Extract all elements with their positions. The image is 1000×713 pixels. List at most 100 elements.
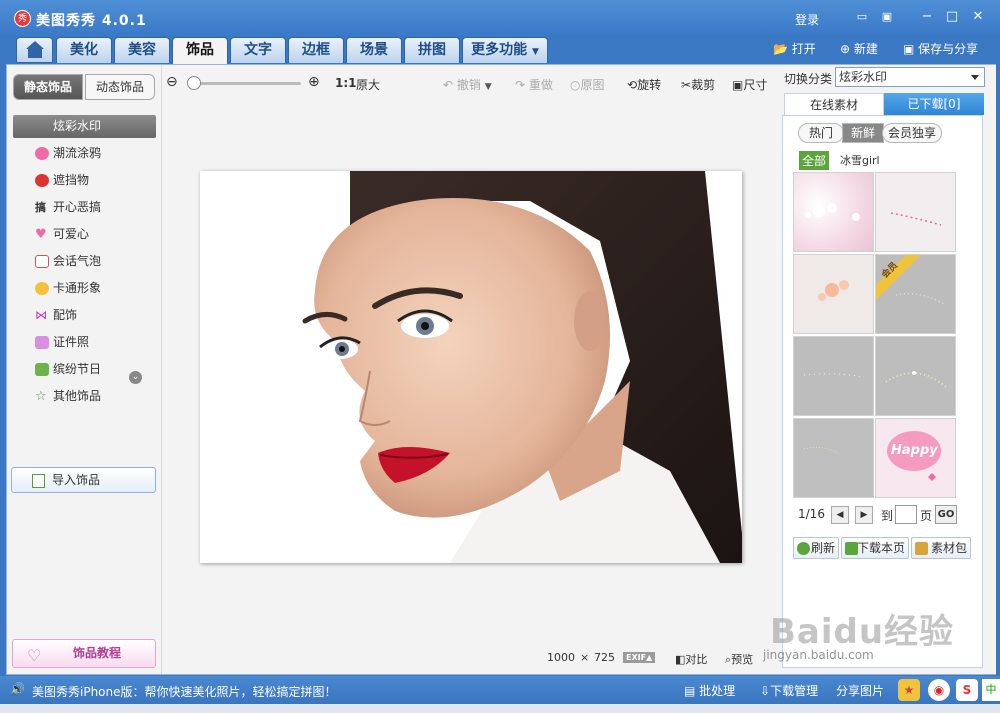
undo-dropdown-icon[interactable]: ▼ — [485, 82, 492, 92]
edited-photo[interactable] — [200, 171, 742, 563]
category-select[interactable]: 炫彩水印 — [835, 67, 985, 87]
original-size-button[interactable]: 原大 — [356, 76, 380, 93]
sparkle-icon — [35, 120, 49, 133]
material-thumb-5[interactable] — [793, 336, 874, 416]
tab-static-decoration[interactable]: 静态饰品 — [13, 74, 83, 100]
material-pack-button[interactable]: 素材包 — [911, 537, 971, 559]
import-decoration-button[interactable]: 导入饰品 — [11, 467, 156, 493]
category-hearts[interactable]: ♥ 可爱心 — [13, 223, 156, 246]
new-button[interactable]: ⊕ 新建 — [840, 40, 878, 57]
filter-hot[interactable]: 热门 — [798, 123, 844, 143]
next-page-icon[interactable]: ▶ — [855, 506, 873, 524]
plus-icon: ⊕ — [840, 42, 851, 56]
open-button[interactable]: 📂 打开 — [773, 40, 816, 57]
star-icon[interactable]: ★ — [898, 679, 920, 701]
category-id-photo[interactable]: 证件照 — [13, 331, 156, 354]
material-thumb-3[interactable] — [793, 254, 874, 334]
category-colorful-watermark[interactable]: 炫彩水印 — [13, 115, 156, 138]
home-tab-icon[interactable] — [16, 37, 53, 63]
download-page-button[interactable]: 下载本页 — [841, 537, 909, 559]
category-cartoon[interactable]: 卡通形象 — [13, 277, 156, 300]
happy-text: Happy — [891, 443, 938, 458]
exif-button[interactable]: EXIF▲ — [623, 652, 656, 663]
tab-dynamic-decoration[interactable]: 动态饰品 — [85, 74, 155, 100]
tab-more-features[interactable]: 更多功能 ▼ — [462, 37, 548, 63]
preview-button[interactable]: ⌕预览 — [725, 651, 753, 667]
mask-icon — [35, 174, 49, 187]
page-indicator: 1/16 — [798, 507, 825, 521]
material-thumb-1[interactable] — [793, 172, 874, 252]
category-funny[interactable]: 搞开心恶搞 — [13, 196, 156, 219]
category-mask[interactable]: 遮挡物 — [13, 169, 156, 192]
taskbar-strip — [0, 704, 1000, 713]
filter-member-only[interactable]: 会员独享 — [882, 123, 942, 143]
material-thumb-2[interactable] — [875, 172, 956, 252]
filter-tag[interactable]: 冰雪girl — [840, 152, 880, 168]
sogou-icon[interactable]: S — [956, 679, 978, 701]
skin-icon[interactable]: ▣ — [877, 8, 897, 26]
tab-beautify[interactable]: 美化 — [56, 37, 112, 63]
refresh-button[interactable]: 刷新 — [793, 537, 839, 559]
tab-scene[interactable]: 场景 — [346, 37, 402, 63]
baidu-watermark-url: jingyan.baidu.com — [763, 648, 874, 662]
redo-button[interactable]: ↷ 重做 — [515, 76, 553, 93]
material-thumb-4[interactable]: 会员 — [875, 254, 956, 334]
tab-decoration[interactable]: 饰品 — [172, 37, 228, 65]
download-manager-button[interactable]: ⇩下载管理 — [760, 682, 818, 699]
filter-new[interactable]: 新鲜 — [842, 123, 884, 143]
category-speech-bubble[interactable]: 会话气泡 — [13, 250, 156, 273]
rotate-button[interactable]: ⟲旋转 — [627, 76, 661, 93]
minimize-button[interactable]: − — [917, 8, 937, 26]
undo-button[interactable]: ↶ 撤销 ▼ — [443, 76, 492, 93]
zoom-out-icon[interactable]: ⊖ — [166, 74, 178, 90]
material-thumb-6[interactable] — [875, 336, 956, 416]
crop-button[interactable]: ✂裁剪 — [681, 76, 715, 93]
new-label: 新建 — [853, 42, 878, 56]
tab-collage[interactable]: 拼图 — [404, 37, 460, 63]
tab-frame[interactable]: 边框 — [288, 37, 344, 63]
tab-downloaded[interactable]: 已下载[0] — [884, 93, 984, 115]
tab-cosmetic[interactable]: 美容 — [114, 37, 170, 63]
prev-page-icon[interactable]: ◀ — [831, 506, 849, 524]
filter-all[interactable]: 全部 — [799, 151, 830, 170]
save-share-button[interactable]: ▣ 保存与分享 — [903, 40, 978, 57]
share-image-button[interactable]: 分享图片 — [836, 682, 884, 699]
original-image-button[interactable]: ○原图 — [570, 76, 605, 93]
category-accessories[interactable]: ⋈ 配饰 — [13, 304, 156, 327]
compare-icon: ◧ — [675, 653, 686, 666]
decoration-tutorial-button[interactable]: ♡ 饰品教程 — [12, 639, 156, 668]
close-button[interactable]: ✕ — [968, 8, 988, 26]
compare-button[interactable]: ◧对比 — [675, 651, 707, 667]
redo-label: 重做 — [528, 78, 553, 92]
tab-text[interactable]: 文字 — [230, 37, 286, 63]
ime-icon[interactable]: 中 — [982, 679, 1000, 701]
login-link[interactable]: 登录 — [795, 11, 819, 28]
zoom-slider[interactable] — [191, 82, 301, 85]
maximize-button[interactable]: □ — [942, 8, 962, 26]
zoom-in-icon[interactable]: ⊕ — [308, 74, 320, 90]
weibo-icon[interactable]: ◉ — [928, 679, 950, 701]
category-other[interactable]: ☆ 其他饰品 — [13, 385, 156, 408]
material-thumb-7[interactable] — [793, 418, 874, 498]
left-panel: 静态饰品 动态饰品 炫彩水印 潮流涂鸦 遮挡物 搞开心恶搞 ♥ 可爱心 会话气泡 … — [7, 65, 162, 674]
category-graffiti[interactable]: 潮流涂鸦 — [13, 142, 156, 165]
zoom-ratio[interactable]: 1:1 — [335, 76, 357, 90]
feedback-icon[interactable]: ▭ — [852, 8, 872, 26]
page-number-input[interactable] — [895, 505, 917, 524]
tab-more-label: 更多功能 — [471, 42, 528, 58]
tab-online-material[interactable]: 在线素材 — [784, 93, 884, 115]
title-bar: 秀 美图秀秀 4.0.1 登录 ▭ ▣ − □ ✕ — [0, 0, 1000, 36]
category-label: 可爱心 — [53, 227, 90, 241]
scissors-icon: ✂ — [681, 78, 692, 92]
zoom-slider-handle[interactable] — [187, 76, 201, 90]
category-holiday[interactable]: 缤纷节日 — [13, 358, 156, 381]
status-message[interactable]: 美图秀秀iPhone版：帮你快速美化照片，轻松搞定拼图！ — [32, 683, 337, 700]
go-button[interactable]: GO — [935, 505, 957, 524]
circle-icon: ○ — [570, 78, 581, 92]
hand-icon: ♡ — [27, 646, 42, 665]
preview-label: 预览 — [731, 653, 754, 666]
star-outline-icon: ☆ — [35, 389, 47, 404]
resize-button[interactable]: ▣尺寸 — [732, 76, 767, 93]
material-thumb-8[interactable]: Happy — [875, 418, 956, 498]
batch-button[interactable]: ▤ 批处理 — [684, 682, 735, 699]
